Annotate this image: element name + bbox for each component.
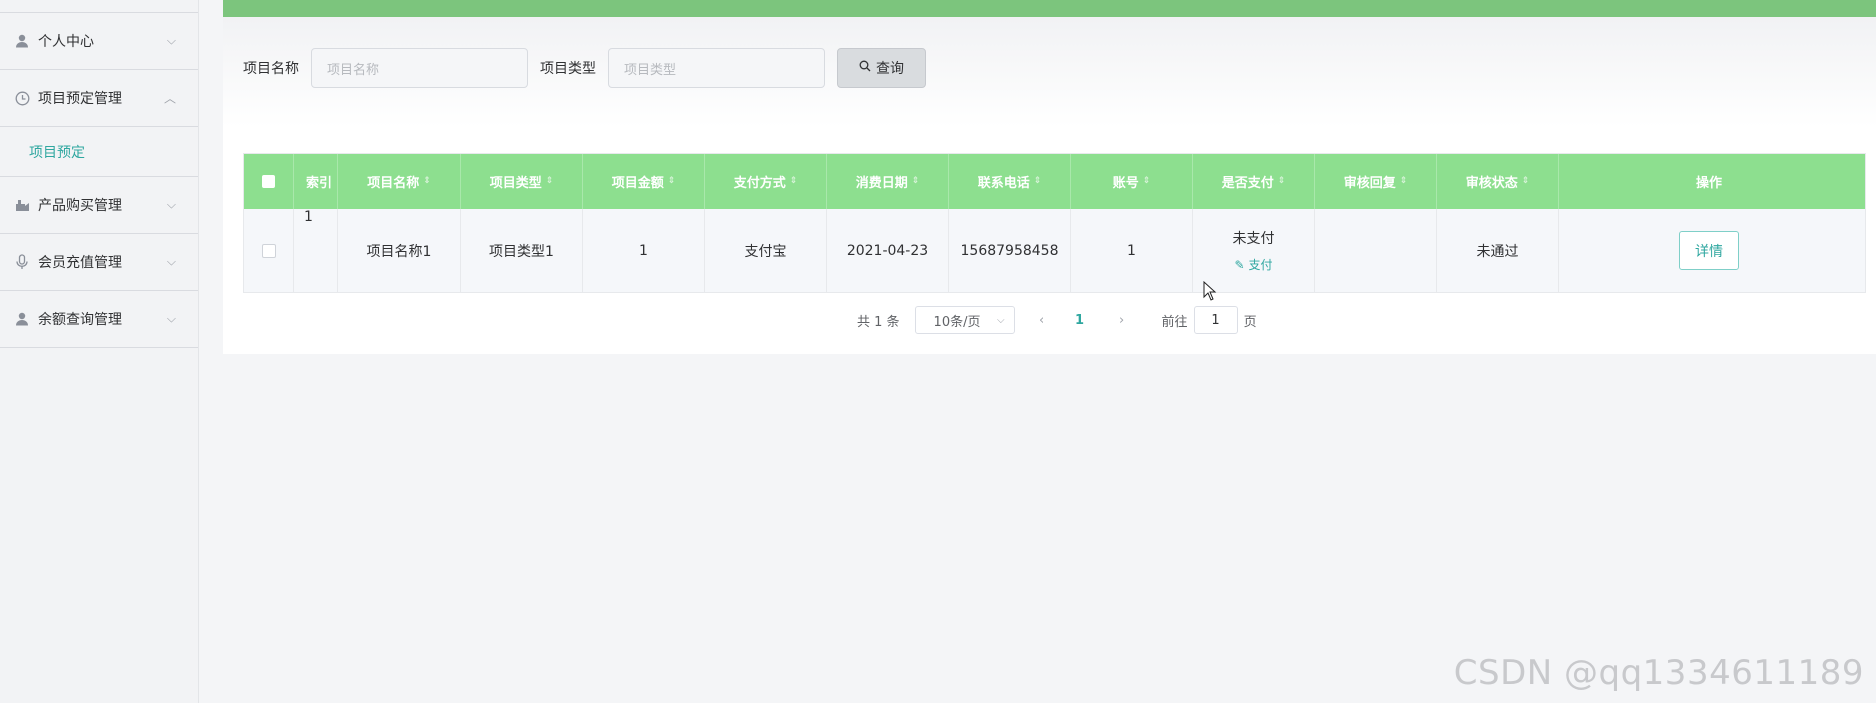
sort-icon[interactable]: ⇕ bbox=[790, 177, 798, 186]
cell-account: 1 bbox=[1071, 209, 1193, 292]
goto-label: 前往 bbox=[1161, 314, 1188, 330]
column-header-reply[interactable]: 审核回复 ⇕ bbox=[1315, 154, 1437, 209]
goto-page-input[interactable]: 1 bbox=[1193, 306, 1238, 334]
select-all-checkbox[interactable] bbox=[244, 154, 294, 209]
search-icon bbox=[859, 60, 871, 76]
chevron-down-icon: ⌵ bbox=[166, 197, 176, 212]
column-header-amount[interactable]: 项目金额 ⇕ bbox=[583, 154, 705, 209]
table-header: 索引 项目名称 ⇕ 项目类型 ⇕ 项目金额 ⇕ 支付方式 ⇕ 消费日期 ⇕ 联系电话 ⇕ 账… bbox=[244, 154, 1865, 209]
search-button-label: 查询 bbox=[876, 61, 904, 77]
cell-date: 2021-04-23 bbox=[827, 209, 949, 292]
chevron-down-icon: ⌵ bbox=[996, 314, 1005, 326]
sidebar-item-label: 项目预定管理 bbox=[38, 91, 122, 107]
column-header-type[interactable]: 项目类型 ⇕ bbox=[461, 154, 583, 209]
cell-paid: 未支付 ✎ 支付 bbox=[1193, 209, 1315, 292]
cell-index: 1 bbox=[294, 209, 338, 292]
prev-page-button[interactable]: ‹ bbox=[1027, 313, 1057, 328]
column-header-index: 索引 bbox=[294, 154, 338, 209]
booking-table: 索引 项目名称 ⇕ 项目类型 ⇕ 项目金额 ⇕ 支付方式 ⇕ 消费日期 ⇕ 联系电话 ⇕ 账… bbox=[243, 153, 1866, 293]
sidebar-item-label: 产品购买管理 bbox=[38, 198, 122, 214]
chevron-down-icon: ⌵ bbox=[166, 311, 176, 326]
top-header-bar bbox=[223, 0, 1876, 17]
total-count: 共 1 条 bbox=[857, 314, 900, 330]
sidebar: 个人中心 ⌵ 项目预定管理 ︿ 项目预定 产品购买管理 ⌵ 会员充值管理 ⌵ 余… bbox=[0, 0, 199, 703]
sort-icon[interactable]: ⇕ bbox=[546, 177, 554, 186]
chevron-down-icon: ⌵ bbox=[166, 33, 176, 48]
sidebar-item-balance-query-management[interactable]: 余额查询管理 ⌵ bbox=[0, 291, 198, 348]
column-header-account[interactable]: 账号 ⇕ bbox=[1071, 154, 1193, 209]
mic-icon bbox=[14, 254, 30, 270]
table-row: 1 项目名称1 项目类型1 1 支付宝 2021-04-23 156879584… bbox=[244, 209, 1865, 292]
pagination: 共 1 条 10条/页 ⌵ ‹ 1 › 前往 1 页 bbox=[857, 306, 1257, 334]
chevron-down-icon: ⌵ bbox=[166, 254, 176, 269]
detail-button[interactable]: 详情 bbox=[1679, 231, 1739, 270]
row-checkbox[interactable] bbox=[244, 209, 294, 292]
column-header-name[interactable]: 项目名称 ⇕ bbox=[338, 154, 461, 209]
sort-icon[interactable]: ⇕ bbox=[1400, 177, 1408, 186]
sidebar-item-personal-center[interactable]: 个人中心 ⌵ bbox=[0, 13, 198, 70]
search-form: 项目名称 项目名称 项目类型 项目类型 查询 bbox=[243, 48, 926, 88]
sidebar-item-label: 会员充值管理 bbox=[38, 255, 122, 271]
column-header-date[interactable]: 消费日期 ⇕ bbox=[827, 154, 949, 209]
watermark: CSDN @qq1334611189 bbox=[1453, 653, 1864, 693]
project-name-input[interactable]: 项目名称 bbox=[311, 48, 528, 88]
project-name-label: 项目名称 bbox=[243, 61, 299, 77]
chevron-up-icon: ︿ bbox=[163, 91, 176, 106]
sort-icon[interactable]: ⇕ bbox=[423, 177, 431, 186]
sidebar-subitem-project-booking[interactable]: 项目预定 bbox=[0, 127, 198, 177]
cell-pay-method: 支付宝 bbox=[705, 209, 827, 292]
page-number-current[interactable]: 1 bbox=[1065, 313, 1095, 328]
user-icon bbox=[14, 33, 30, 49]
pay-link[interactable]: ✎ 支付 bbox=[1235, 256, 1273, 273]
sidebar-item-label: 个人中心 bbox=[38, 34, 94, 50]
column-header-paid[interactable]: 是否支付 ⇕ bbox=[1193, 154, 1315, 209]
sort-icon[interactable]: ⇕ bbox=[1034, 177, 1042, 186]
column-header-status[interactable]: 审核状态 ⇕ bbox=[1437, 154, 1559, 209]
column-header-phone[interactable]: 联系电话 ⇕ bbox=[949, 154, 1071, 209]
page-size-select[interactable]: 10条/页 ⌵ bbox=[914, 306, 1015, 334]
edit-icon: ✎ bbox=[1234, 258, 1245, 272]
page-suffix: 页 bbox=[1243, 314, 1257, 330]
column-header-action: 操作 bbox=[1695, 176, 1722, 191]
cell-action: 详情 bbox=[1559, 209, 1859, 292]
sidebar-item-product-purchase-management[interactable]: 产品购买管理 ⌵ bbox=[0, 177, 198, 234]
cell-amount: 1 bbox=[583, 209, 705, 292]
cell-status: 未通过 bbox=[1437, 209, 1559, 292]
sidebar-top-divider bbox=[0, 0, 198, 13]
mouse-cursor-icon bbox=[1203, 281, 1217, 301]
column-header-pay-method[interactable]: 支付方式 ⇕ bbox=[705, 154, 827, 209]
sort-icon[interactable]: ⇕ bbox=[1522, 177, 1530, 186]
project-type-input[interactable]: 项目类型 bbox=[608, 48, 825, 88]
sort-icon[interactable]: ⇕ bbox=[668, 177, 676, 186]
project-type-label: 项目类型 bbox=[540, 61, 596, 77]
user-icon bbox=[14, 311, 30, 327]
sidebar-item-project-booking-management[interactable]: 项目预定管理 ︿ bbox=[0, 70, 198, 127]
paid-status-text: 未支付 bbox=[1232, 231, 1275, 247]
cart-icon bbox=[14, 197, 30, 213]
sort-icon[interactable]: ⇕ bbox=[1278, 177, 1286, 186]
next-page-button[interactable]: › bbox=[1107, 313, 1137, 328]
cell-phone: 15687958458 bbox=[949, 209, 1071, 292]
sidebar-item-label: 余额查询管理 bbox=[38, 312, 122, 328]
clock-icon bbox=[14, 90, 30, 106]
search-button[interactable]: 查询 bbox=[837, 48, 926, 88]
cell-type: 项目类型1 bbox=[461, 209, 583, 292]
sidebar-item-member-recharge-management[interactable]: 会员充值管理 ⌵ bbox=[0, 234, 198, 291]
sort-icon[interactable]: ⇕ bbox=[1143, 177, 1151, 186]
cell-name: 项目名称1 bbox=[338, 209, 461, 292]
main-content: 项目名称 项目名称 项目类型 项目类型 查询 索引 项目名称 ⇕ 项目类型 ⇕ 项目… bbox=[223, 0, 1876, 703]
cell-reply bbox=[1315, 209, 1437, 292]
sort-icon[interactable]: ⇕ bbox=[912, 177, 920, 186]
